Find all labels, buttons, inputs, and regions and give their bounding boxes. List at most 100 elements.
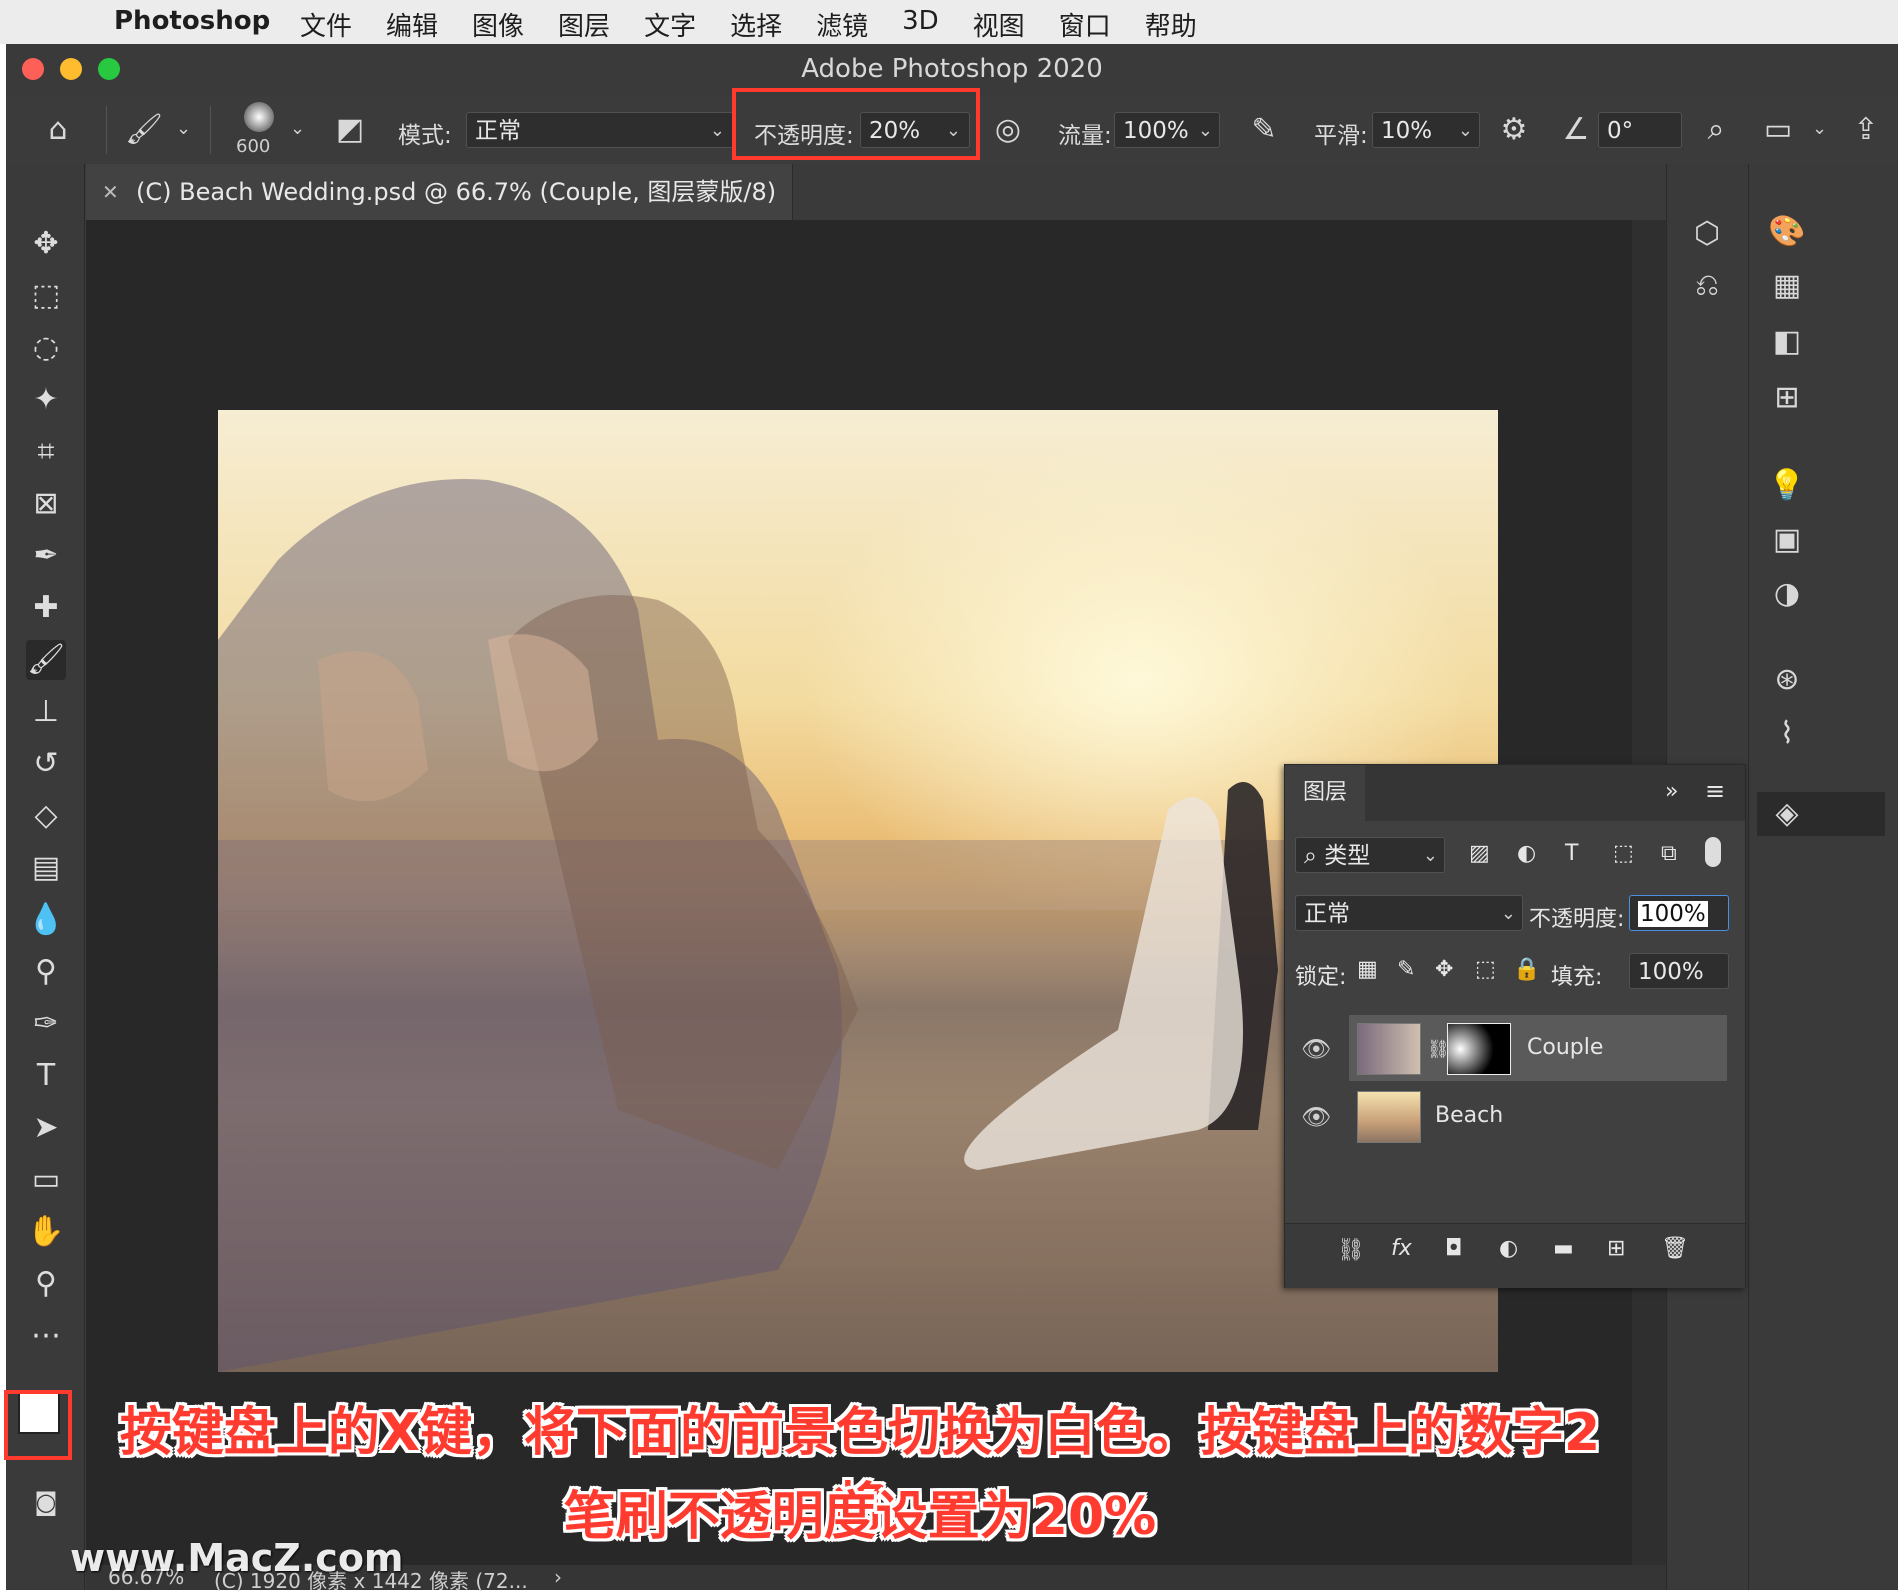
layer-thumbnail[interactable]: [1357, 1091, 1421, 1143]
menu-filter[interactable]: 滤镜: [816, 6, 868, 43]
zoom-tool-icon[interactable]: ⚲: [26, 1264, 66, 1304]
menu-edit[interactable]: 编辑: [386, 6, 438, 43]
move-tool-icon[interactable]: ✥: [26, 224, 66, 264]
menu-image[interactable]: 图像: [472, 6, 524, 43]
brush-settings-panel-icon[interactable]: ◩: [328, 108, 372, 152]
history-panel-icon[interactable]: ⎌: [1685, 264, 1729, 308]
layer-filter-select[interactable]: ⌕ 类型 ⌄: [1295, 837, 1445, 873]
menu-file[interactable]: 文件: [300, 6, 352, 43]
pressure-opacity-icon[interactable]: ◎: [986, 108, 1030, 152]
libraries-panel-icon[interactable]: ▣: [1765, 518, 1809, 562]
dodge-tool-icon[interactable]: ⚲: [26, 952, 66, 992]
adjustment-filter-icon[interactable]: ◐: [1517, 841, 1536, 866]
collapse-icon[interactable]: »: [1665, 779, 1678, 804]
menu-select[interactable]: 选择: [730, 6, 782, 43]
mode-select[interactable]: 正常 ⌄: [466, 112, 734, 148]
lock-pixels-icon[interactable]: ✎: [1397, 957, 1415, 982]
lock-artboard-icon[interactable]: ⬚: [1475, 957, 1496, 982]
menu-type[interactable]: 文字: [644, 6, 696, 43]
visibility-eye-icon[interactable]: 👁: [1301, 1035, 1331, 1063]
eraser-tool-icon[interactable]: ◇: [26, 796, 66, 836]
gradients-panel-icon[interactable]: ◧: [1765, 320, 1809, 364]
hand-tool-icon[interactable]: ✋: [26, 1212, 66, 1252]
share-icon[interactable]: ⇪: [1844, 108, 1888, 152]
home-icon[interactable]: ⌂: [36, 108, 80, 152]
trash-icon[interactable]: 🗑: [1661, 1236, 1689, 1261]
layers-panel-toggle[interactable]: ◈: [1757, 792, 1885, 836]
more-tools-icon[interactable]: ⋯: [26, 1316, 66, 1356]
menu-layer[interactable]: 图层: [558, 6, 610, 43]
patterns-panel-icon[interactable]: ⊞: [1765, 376, 1809, 420]
3d-panel-icon[interactable]: ⬡: [1685, 212, 1729, 256]
brush-preset-icon[interactable]: 🖌: [122, 108, 166, 152]
paths-panel-icon[interactable]: ⌇: [1765, 712, 1809, 756]
type-tool-icon[interactable]: T: [26, 1056, 66, 1096]
clone-stamp-tool-icon[interactable]: ⊥: [26, 692, 66, 732]
layer-thumbnail[interactable]: [1357, 1023, 1421, 1075]
smart-object-filter-icon[interactable]: ⧉: [1661, 841, 1677, 866]
menu-view[interactable]: 视图: [973, 6, 1025, 43]
crop-tool-icon[interactable]: ⌗: [26, 432, 66, 472]
history-brush-tool-icon[interactable]: ↺: [26, 744, 66, 784]
folder-icon[interactable]: ▬: [1553, 1236, 1574, 1261]
frame-tool-icon[interactable]: ⊠: [26, 484, 66, 524]
layers-tab[interactable]: 图层: [1285, 765, 1365, 821]
new-layer-icon[interactable]: ⊞: [1607, 1236, 1625, 1261]
path-selection-tool-icon[interactable]: ➤: [26, 1108, 66, 1148]
layer-row[interactable]: 👁 Beach: [1301, 1083, 1727, 1149]
eyedropper-tool-icon[interactable]: ✒: [26, 536, 66, 576]
marquee-tool-icon[interactable]: ⬚: [26, 276, 66, 316]
chevron-down-icon[interactable]: ⌄: [290, 118, 305, 139]
adjustments-panel-icon[interactable]: ◑: [1765, 572, 1809, 616]
gear-icon[interactable]: ⚙: [1492, 108, 1536, 152]
fx-icon[interactable]: fx: [1391, 1236, 1412, 1261]
layer-mask-thumbnail[interactable]: [1447, 1023, 1511, 1075]
shape-filter-icon[interactable]: ⬚: [1613, 841, 1634, 866]
brush-tip-preview[interactable]: [244, 102, 274, 132]
blend-mode-select[interactable]: 正常 ⌄: [1295, 895, 1523, 931]
close-tab-icon[interactable]: ✕: [102, 164, 119, 220]
lock-transparent-icon[interactable]: ▦: [1357, 957, 1378, 982]
panel-menu-icon[interactable]: ≡: [1705, 777, 1725, 805]
lock-all-icon[interactable]: 🔒: [1513, 957, 1540, 982]
color-panel-icon[interactable]: 🎨: [1765, 210, 1809, 254]
swatches-panel-icon[interactable]: ▦: [1765, 264, 1809, 308]
chevron-down-icon[interactable]: ⌄: [1198, 113, 1213, 149]
flow-input[interactable]: 100% ⌄: [1114, 112, 1220, 148]
chevron-right-icon[interactable]: ›: [554, 1565, 562, 1589]
quick-mask-icon[interactable]: ◙: [26, 1482, 66, 1522]
chevron-down-icon[interactable]: ⌄: [176, 118, 191, 139]
app-menu[interactable]: Photoshop: [114, 6, 270, 36]
menu-window[interactable]: 窗口: [1059, 6, 1111, 43]
chevron-down-icon[interactable]: ⌄: [1458, 113, 1473, 149]
layer-opacity-input[interactable]: 100%: [1629, 895, 1729, 931]
link-layers-icon[interactable]: ⛓: [1337, 1238, 1365, 1263]
pixel-filter-icon[interactable]: ▨: [1469, 841, 1490, 866]
add-mask-icon[interactable]: ◘: [1445, 1236, 1462, 1261]
quick-select-tool-icon[interactable]: ✦: [26, 380, 66, 420]
learn-panel-icon[interactable]: 💡: [1765, 464, 1809, 508]
rectangle-tool-icon[interactable]: ▭: [26, 1160, 66, 1200]
brush-tool-icon[interactable]: 🖌: [26, 640, 66, 680]
type-filter-icon[interactable]: T: [1565, 841, 1578, 866]
fill-input[interactable]: 100%: [1629, 953, 1729, 989]
lasso-tool-icon[interactable]: ◌: [26, 328, 66, 368]
blur-tool-icon[interactable]: 💧: [26, 900, 66, 940]
lock-position-icon[interactable]: ✥: [1435, 957, 1453, 982]
filter-toggle[interactable]: [1705, 837, 1721, 867]
smoothing-input[interactable]: 10% ⌄: [1372, 112, 1480, 148]
pen-tool-icon[interactable]: ✑: [26, 1004, 66, 1044]
visibility-eye-icon[interactable]: 👁: [1301, 1103, 1331, 1131]
layer-row[interactable]: 👁 ⛓ Couple: [1301, 1015, 1727, 1081]
angle-input[interactable]: 0°: [1598, 112, 1682, 148]
menu-help[interactable]: 帮助: [1145, 6, 1197, 43]
channels-panel-icon[interactable]: ⊛: [1765, 658, 1809, 702]
workspace-icon[interactable]: ▭: [1756, 108, 1800, 152]
gradient-tool-icon[interactable]: ▤: [26, 848, 66, 888]
document-tab[interactable]: ✕ (C) Beach Wedding.psd @ 66.7% (Couple,…: [86, 164, 793, 262]
menu-3d[interactable]: 3D: [902, 6, 939, 43]
airbrush-icon[interactable]: ✎: [1242, 108, 1286, 152]
adjustment-layer-icon[interactable]: ◐: [1499, 1236, 1518, 1261]
search-icon[interactable]: ⌕: [1694, 108, 1738, 152]
chevron-down-icon[interactable]: ⌄: [1812, 118, 1827, 139]
